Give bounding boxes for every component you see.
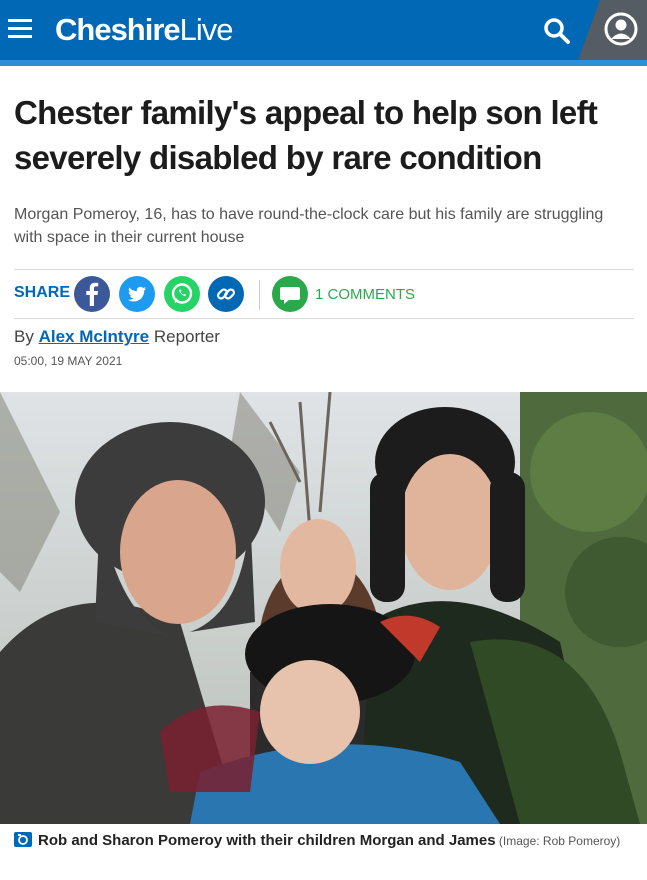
whatsapp-icon[interactable] — [164, 276, 200, 312]
hamburger-menu-icon[interactable] — [8, 17, 34, 41]
logo-suffix: Live — [179, 12, 234, 47]
copy-link-icon[interactable] — [208, 276, 244, 312]
comments-link[interactable]: 1 COMMENTS — [315, 286, 415, 303]
author-link[interactable]: Alex McIntyre — [39, 327, 150, 346]
image-credit: (Image: Rob Pomeroy) — [495, 834, 621, 848]
byline: By Alex McIntyre Reporter — [14, 327, 220, 347]
share-divider — [259, 280, 260, 310]
logo-brand: Cheshire — [55, 12, 181, 47]
byline-prefix: By — [14, 327, 39, 346]
article-standfirst: Morgan Pomeroy, 16, has to have round-th… — [14, 206, 604, 246]
header-accent-stripe — [0, 60, 647, 66]
facebook-icon[interactable] — [74, 276, 110, 312]
author-role: Reporter — [149, 327, 220, 346]
twitter-icon[interactable] — [119, 276, 155, 312]
publish-timestamp: 05:00, 19 MAY 2021 — [14, 354, 123, 368]
share-label: SHARE — [14, 284, 71, 301]
article-photo[interactable] — [0, 392, 647, 824]
caption-text: Rob and Sharon Pomeroy with their childr… — [38, 832, 496, 849]
search-icon[interactable] — [542, 16, 572, 46]
site-logo[interactable]: CheshireLive — [55, 12, 234, 48]
share-bar: SHARE 1 COMMENTS — [14, 269, 634, 319]
comment-icon[interactable] — [272, 276, 308, 312]
photo-caption: Rob and Sharon Pomeroy with their childr… — [14, 828, 639, 856]
user-account-icon[interactable] — [604, 12, 638, 46]
camera-icon — [14, 830, 32, 856]
article-headline: Chester family's appeal to help son left… — [14, 94, 598, 176]
